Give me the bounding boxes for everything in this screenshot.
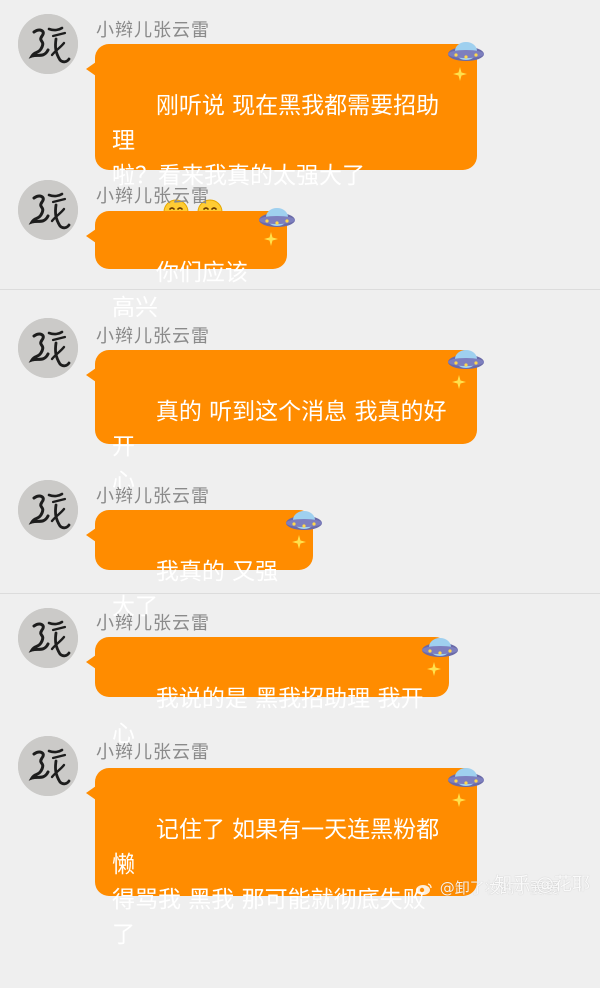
sender-name: 小辫儿张云雷 [96,742,210,763]
avatar[interactable] [18,14,78,74]
sparkle-icon [452,793,466,807]
sender-name: 小辫儿张云雷 [96,486,210,507]
sparkle-icon [292,535,306,549]
calligraphy-avatar-icon [18,736,78,796]
message-item: 小辫儿张云雷 真的 听到这个消息 我真的好开 心 [0,310,600,495]
calligraphy-avatar-icon [18,608,78,668]
calligraphy-avatar-icon [18,14,78,74]
divider [0,289,600,290]
message-text: 刚听说 现在黑我都需要招助理 啦？看来我真的太强大了 [112,93,440,189]
ufo-icon [422,638,458,657]
sender-name: 小辫儿张云雷 [96,613,210,634]
sender-name: 小辫儿张云雷 [96,186,210,207]
message-bubble[interactable]: 我说的是 黑我招助理 我开心 [86,637,449,747]
ufo-icon [259,208,295,227]
sender-name: 小辫儿张云雷 [96,326,210,347]
ufo-icon [448,350,484,369]
ufo-icon [448,42,484,61]
message-text: 记住了 如果有一天连黑粉都懒 得骂我 黑我 那可能就彻底失败 了 [112,817,440,948]
zhihu-watermark: 知乎 @花耶 [494,874,590,895]
chat-thread: 小辫儿张云雷 刚听说 现在黑我都需要招助理 啦？看来我真的太强大了 小辫儿张云雷… [0,0,600,948]
message-item: 小辫儿张云雷 刚听说 现在黑我都需要招助理 啦？看来我真的太强大了 [0,0,600,259]
avatar[interactable] [18,180,78,240]
avatar[interactable] [18,608,78,668]
sparkle-icon [427,662,441,676]
calligraphy-avatar-icon [18,318,78,378]
sparkle-icon [453,67,467,81]
message-bubble[interactable]: 我真的 又强大了 [86,510,313,620]
message-item: 小辫儿张云雷 你们应该 高兴 [0,180,600,321]
calligraphy-avatar-icon [18,180,78,240]
sparkle-icon [264,232,278,246]
ufo-icon [286,511,322,530]
calligraphy-avatar-icon [18,480,78,540]
message-item: 小辫儿张云雷 我说的是 黑我招助理 我开心 [0,604,600,747]
message-bubble[interactable]: 真的 听到这个消息 我真的好开 心 [86,350,477,495]
message-bubble[interactable]: 刚听说 现在黑我都需要招助理 啦？看来我真的太强大了 [86,44,477,259]
avatar[interactable] [18,480,78,540]
ufo-icon [448,768,484,787]
sender-name: 小辫儿张云雷 [96,20,210,41]
sparkle-icon [452,375,466,389]
divider [0,593,600,594]
message-item: 小辫儿张云雷 我真的 又强大了 [0,478,600,620]
weibo-icon [416,882,432,895]
avatar[interactable] [18,318,78,378]
avatar[interactable] [18,736,78,796]
